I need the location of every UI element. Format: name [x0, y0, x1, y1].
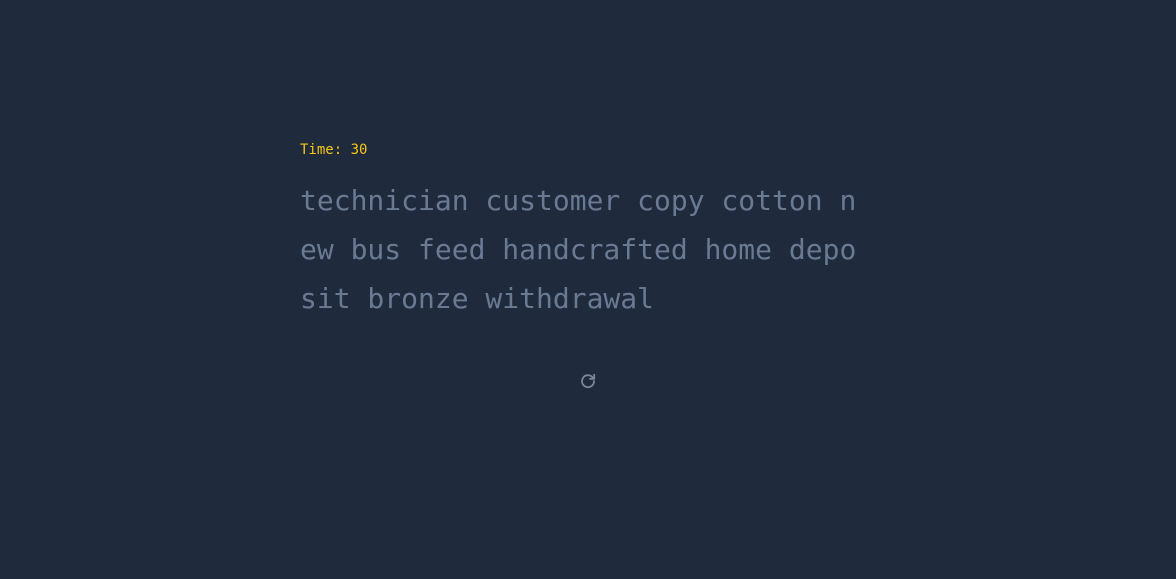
restart-button[interactable]	[576, 369, 600, 393]
restart-icon	[579, 372, 597, 390]
word-area[interactable]: technician customer copy cotton n ew bus…	[300, 176, 875, 323]
word-line-3: sit bronze withdrawal	[300, 282, 655, 315]
typing-test-app: Time: 30 technician customer copy cotton…	[0, 0, 1176, 579]
timer-display: Time: 30	[300, 142, 368, 158]
word-line-2: ew bus feed handcrafted home depo	[300, 233, 857, 266]
word-line-1: technician customer copy cotton n	[300, 184, 857, 217]
